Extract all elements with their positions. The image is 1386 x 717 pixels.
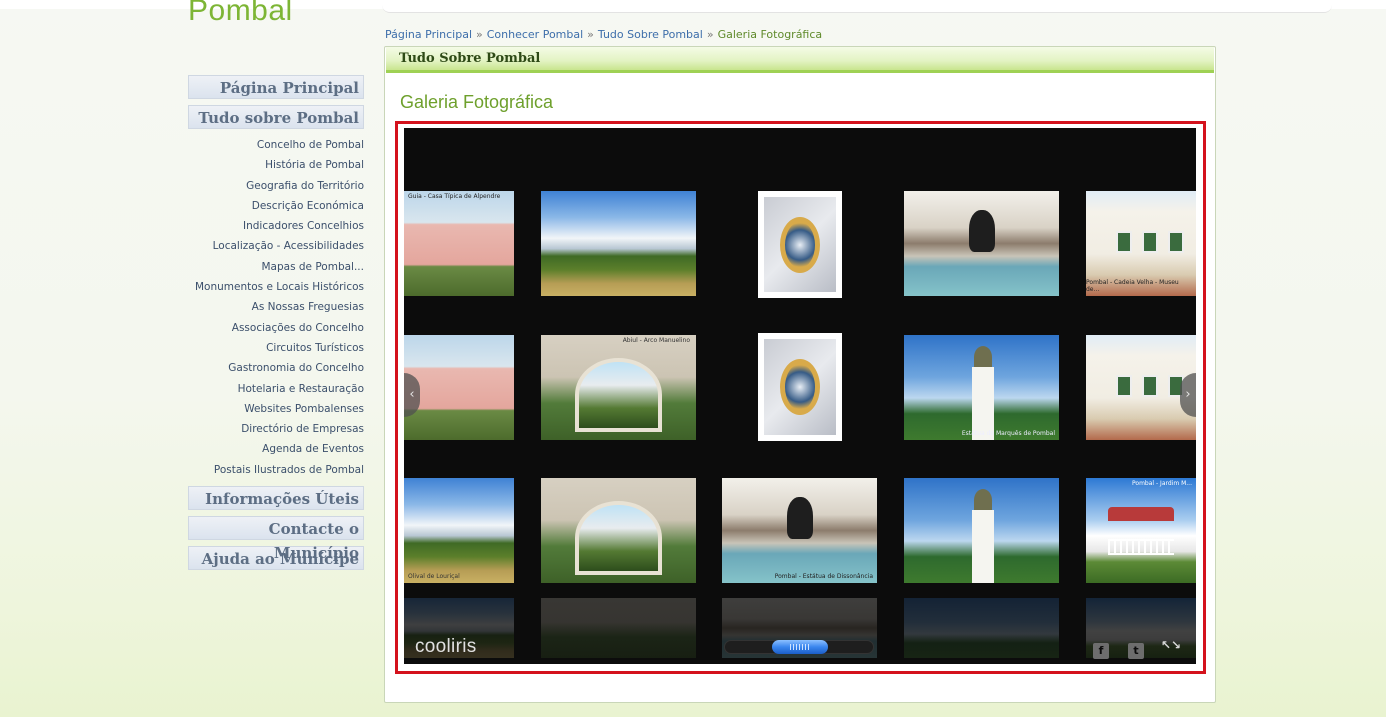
tile-emblem <box>780 216 820 273</box>
gallery-thumb[interactable]: Estátua do Marquês de Pombal <box>904 335 1059 440</box>
sidebar-subitem-postais[interactable]: Postais Ilustrados de Pombal <box>170 460 366 480</box>
building-window <box>1142 230 1158 253</box>
breadcrumb-separator: » <box>587 28 594 41</box>
header-bar <box>382 0 1332 13</box>
sidebar-submenu: Concelho de Pombal História de Pombal Ge… <box>170 135 366 480</box>
statue-figure <box>969 209 996 252</box>
breadcrumb-separator: » <box>476 28 483 41</box>
monument-column <box>972 366 994 440</box>
sidebar-item-ajuda-municipe[interactable]: Ajuda ao Munícipe <box>188 546 364 571</box>
gallery-thumb[interactable]: Pombal - Estátua de Dissonância <box>722 478 877 583</box>
gallery-next-button[interactable]: › <box>1180 373 1196 417</box>
panel-header: Tudo Sobre Pombal <box>386 47 1214 73</box>
thumb-reflection <box>541 598 696 658</box>
breadcrumb-home[interactable]: Página Principal <box>385 28 472 41</box>
arch-opening <box>575 358 662 432</box>
thumb-reflection <box>904 598 1059 658</box>
tile-photo <box>764 339 836 435</box>
gallery-thumb[interactable] <box>904 191 1059 296</box>
building-window <box>1116 374 1132 397</box>
sidebar-subitem-gastronomia[interactable]: Gastronomia do Concelho <box>170 358 366 378</box>
sidebar-item-tudo-sobre-pombal[interactable]: Tudo sobre Pombal <box>188 105 364 129</box>
gallery-thumb[interactable]: Pombal - Cadeia Velha - Museu de... <box>1086 191 1196 296</box>
gallery-scrollbar-thumb[interactable] <box>772 640 828 654</box>
kiosk-roof <box>1108 507 1174 522</box>
twitter-icon[interactable]: t <box>1128 643 1144 659</box>
sidebar-subitem-localizacao[interactable]: Localização - Acessibilidades <box>170 236 366 256</box>
sidebar-subitem-concelho[interactable]: Concelho de Pombal <box>170 135 366 155</box>
gallery-thumb[interactable]: Guia - Casa Típica de Alpendre <box>404 191 514 296</box>
gallery-thumb[interactable]: Olival de Louriçal <box>404 478 514 583</box>
sidebar-subitem-hotelaria[interactable]: Hotelaria e Restauração <box>170 379 366 399</box>
thumb-caption: Pombal - Jardim M... <box>1132 480 1192 487</box>
gallery-thumb[interactable] <box>904 478 1059 583</box>
thumb-caption: Olival de Louriçal <box>408 573 460 580</box>
tile-photo <box>764 197 836 292</box>
breadcrumb-current: Galeria Fotográfica <box>717 28 823 41</box>
sidebar-subitem-freguesias[interactable]: As Nossas Freguesias <box>170 297 366 317</box>
breadcrumb-separator: » <box>706 28 714 41</box>
gallery-thumb[interactable] <box>541 191 696 296</box>
thumb-caption: Pombal - Estátua de Dissonância <box>774 573 873 580</box>
page-title: Galeria Fotográfica <box>400 92 554 112</box>
thumb-caption: Pombal - Cadeia Velha - Museu de... <box>1086 279 1179 293</box>
gallery-thumb[interactable] <box>541 478 696 583</box>
thumb-caption: Abiul - Arco Manuelino <box>622 337 690 344</box>
cooliris-gallery[interactable]: Guia - Casa Típica de Alpendre Pombal - … <box>404 128 1196 664</box>
statue-figure <box>787 496 814 539</box>
sidebar-subitem-monumentos[interactable]: Monumentos e Locais Históricos <box>170 277 366 297</box>
site-logo[interactable]: Pombal <box>188 0 293 28</box>
sidebar-subitem-associacoes[interactable]: Associações do Concelho <box>170 318 366 338</box>
facebook-icon[interactable]: f <box>1093 643 1109 659</box>
gallery-thumb[interactable] <box>404 335 514 440</box>
sidebar-subitem-indicadores[interactable]: Indicadores Concelhios <box>170 216 366 236</box>
building-window <box>1168 230 1184 253</box>
sidebar-item-contacte-municipio[interactable]: Contacte o Município <box>188 516 364 562</box>
gallery-thumb[interactable]: Pombal - Jardim M... <box>1086 478 1196 583</box>
sidebar-subitem-economia[interactable]: Descrição Económica <box>170 196 366 216</box>
breadcrumb: Página Principal» Conhecer Pombal» Tudo So… <box>385 28 822 41</box>
cooliris-logo[interactable]: cooliris <box>415 636 477 658</box>
breadcrumb-tudo-sobre-pombal[interactable]: Tudo Sobre Pombal <box>598 28 703 41</box>
scrollbar-grip-icon <box>790 644 810 650</box>
sidebar-subitem-empresas[interactable]: Directório de Empresas <box>170 419 366 439</box>
arch-opening <box>575 501 662 575</box>
gallery-thumb[interactable] <box>758 333 842 441</box>
sidebar-item-pagina-principal[interactable]: Página Principal <box>188 75 364 99</box>
sidebar-subitem-geografia[interactable]: Geografia do Território <box>170 176 366 196</box>
sidebar-subitem-websites[interactable]: Websites Pombalenses <box>170 399 366 419</box>
monument-bust <box>973 488 993 512</box>
sidebar-subitem-mapas[interactable]: Mapas de Pombal... <box>170 257 366 277</box>
gallery-thumb[interactable] <box>758 191 842 298</box>
fullscreen-icon[interactable]: ↖↘ <box>1160 639 1182 662</box>
breadcrumb-conhecer-pombal[interactable]: Conhecer Pombal <box>487 28 583 41</box>
monument-column <box>972 509 994 583</box>
kiosk-railing <box>1108 538 1174 555</box>
gallery-thumb[interactable]: Abiul - Arco Manuelino <box>541 335 696 440</box>
monument-bust <box>973 345 993 369</box>
sidebar-subitem-circuitos[interactable]: Circuitos Turísticos <box>170 338 366 358</box>
sidebar-nav: Página Principal Tudo sobre Pombal Conce… <box>170 75 366 576</box>
tile-emblem <box>780 359 820 415</box>
building-window <box>1142 374 1158 397</box>
sidebar-item-informacoes-uteis[interactable]: Informações Úteis <box>188 486 364 511</box>
sidebar-subitem-historia[interactable]: História de Pombal <box>170 155 366 175</box>
thumb-caption: Estátua do Marquês de Pombal <box>961 430 1055 437</box>
thumb-caption: Guia - Casa Típica de Alpendre <box>408 193 501 200</box>
building-window <box>1116 230 1132 253</box>
sidebar-subitem-agenda[interactable]: Agenda de Eventos <box>170 439 366 459</box>
